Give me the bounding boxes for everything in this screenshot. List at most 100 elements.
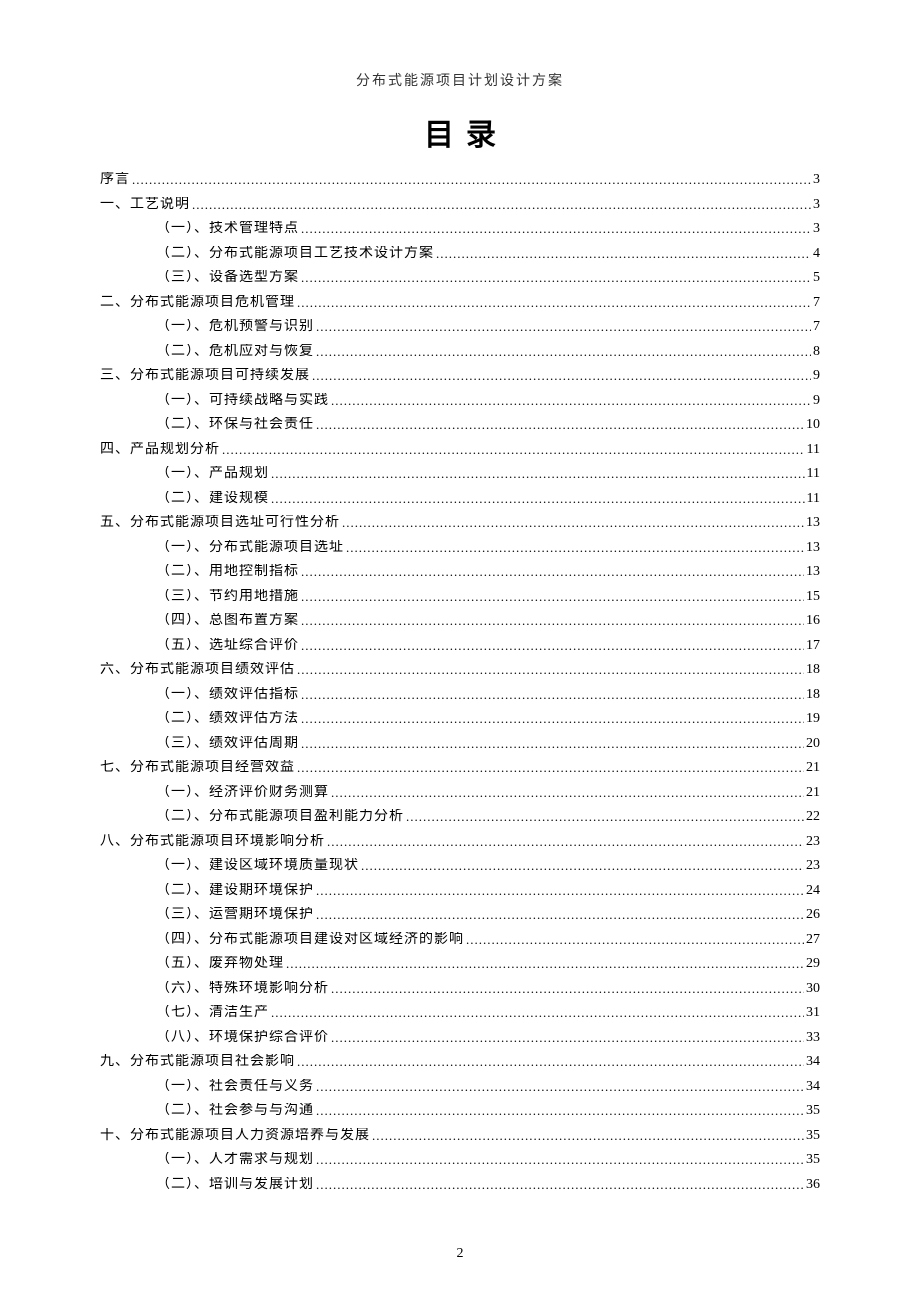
toc-entry[interactable]: （二）、用地控制指标13: [100, 564, 820, 579]
toc-leader-dots: [299, 737, 804, 750]
toc-entry[interactable]: （三）、设备选型方案5: [100, 270, 820, 285]
toc-entry-page: 31: [804, 1006, 820, 1020]
toc-entry-page: 7: [811, 296, 820, 310]
toc-entry[interactable]: （六）、特殊环境影响分析30: [100, 981, 820, 996]
toc-entry[interactable]: （二）、社会参与与沟通35: [100, 1103, 820, 1118]
toc-entry-label: （一）、绩效评估指标: [156, 688, 299, 702]
toc-entry[interactable]: （四）、分布式能源项目建设对区域经济的影响27: [100, 932, 820, 947]
toc-entry[interactable]: （一）、社会责任与义务 34: [100, 1079, 820, 1094]
toc-entry-page: 5: [811, 271, 820, 285]
toc-entry[interactable]: 一、工艺说明3: [100, 197, 820, 212]
toc-entry-label: （二）、分布式能源项目盈利能力分析: [156, 810, 404, 824]
toc-leader-dots: [295, 1055, 804, 1068]
toc-leader-dots: [344, 541, 804, 554]
toc-entry-page: 11: [805, 467, 820, 481]
toc-entry[interactable]: （一）、技术管理特点3: [100, 221, 820, 236]
toc-entry[interactable]: 四、产品规划分析11: [100, 442, 820, 457]
toc-entry-label: 三、分布式能源项目可持续发展: [100, 369, 310, 383]
toc-entry[interactable]: （四）、总图布置方案 16: [100, 613, 820, 628]
toc-entry[interactable]: 六、分布式能源项目绩效评估18: [100, 662, 820, 677]
toc-leader-dots: [299, 639, 804, 652]
toc-entry[interactable]: （七）、清洁生产31: [100, 1005, 820, 1020]
toc-entry-label: （一）、危机预警与识别: [156, 320, 314, 334]
toc-entry[interactable]: 五、分布式能源项目选址可行性分析13: [100, 515, 820, 530]
toc-entry[interactable]: （二）、分布式能源项目工艺技术设计方案4: [100, 246, 820, 261]
toc-entry-label: （二）、分布式能源项目工艺技术设计方案: [156, 247, 434, 261]
toc-entry[interactable]: （一）、建设区域环境质量现状23: [100, 858, 820, 873]
toc-entry[interactable]: （二）、分布式能源项目盈利能力分析22: [100, 809, 820, 824]
toc-leader-dots: [295, 296, 811, 309]
toc-entry[interactable]: （一）、可持续战略与实践9: [100, 393, 820, 408]
toc-leader-dots: [269, 1006, 804, 1019]
toc-entry-page: 17: [804, 639, 820, 653]
table-of-contents: 序言3一、工艺说明3（一）、技术管理特点3（二）、分布式能源项目工艺技术设计方案…: [100, 172, 820, 1192]
toc-entry-page: 21: [804, 786, 820, 800]
toc-entry[interactable]: （一）、经济评价财务测算21: [100, 785, 820, 800]
toc-leader-dots: [314, 345, 811, 358]
toc-leader-dots: [404, 810, 804, 823]
toc-entry[interactable]: （一）、分布式能源项目选址13: [100, 540, 820, 555]
toc-entry[interactable]: （一）、人才需求与规划 35: [100, 1152, 820, 1167]
toc-entry[interactable]: （二）、绩效评估方法19: [100, 711, 820, 726]
toc-entry[interactable]: （三）、节约用地措施15: [100, 589, 820, 604]
toc-entry[interactable]: （二）、建设规模11: [100, 491, 820, 506]
toc-entry-page: 19: [804, 712, 820, 726]
toc-entry[interactable]: 八、分布式能源项目环境影响分析23: [100, 834, 820, 849]
toc-entry-label: （三）、运营期环境保护: [156, 908, 314, 922]
toc-entry-page: 23: [804, 859, 820, 873]
toc-leader-dots: [314, 418, 804, 431]
toc-entry-label: （一）、社会责任与义务: [156, 1080, 314, 1094]
toc-entry-page: 35: [804, 1104, 820, 1118]
toc-entry-page: 3: [811, 173, 820, 187]
toc-entry[interactable]: （八）、环境保护综合评价33: [100, 1030, 820, 1045]
document-header: 分布式能源项目计划设计方案: [100, 70, 820, 90]
toc-entry-page: 34: [804, 1080, 820, 1094]
toc-entry-label: （三）、节约用地措施: [156, 590, 299, 604]
toc-entry[interactable]: （二）、培训与发展计划36: [100, 1177, 820, 1192]
toc-leader-dots: [329, 1031, 804, 1044]
toc-entry[interactable]: （一）、产品规划11: [100, 466, 820, 481]
toc-entry[interactable]: （二）、危机应对与恢复8: [100, 344, 820, 359]
toc-entry-label: （一）、人才需求与规划: [156, 1153, 314, 1167]
toc-entry-page: 29: [804, 957, 820, 971]
toc-entry[interactable]: （五）、选址综合评价 17: [100, 638, 820, 653]
toc-leader-dots: [314, 320, 811, 333]
toc-entry[interactable]: 十、分布式能源项目人力资源培养与发展35: [100, 1128, 820, 1143]
page-number: 2: [0, 1246, 920, 1262]
toc-entry-label: 五、分布式能源项目选址可行性分析: [100, 516, 340, 530]
toc-entry-page: 20: [804, 737, 820, 751]
toc-leader-dots: [299, 590, 804, 603]
toc-entry-label: 七、分布式能源项目经营效益: [100, 761, 295, 775]
toc-entry[interactable]: （二）、建设期环境保护24: [100, 883, 820, 898]
toc-entry-label: （一）、技术管理特点: [156, 222, 299, 236]
toc-leader-dots: [359, 859, 804, 872]
toc-entry-page: 18: [804, 688, 820, 702]
toc-leader-dots: [314, 884, 804, 897]
toc-entry[interactable]: 七、分布式能源项目经营效益21: [100, 760, 820, 775]
toc-leader-dots: [314, 1080, 804, 1093]
toc-entry-label: （五）、选址综合评价: [156, 639, 299, 653]
toc-entry-label: （二）、建设规模: [156, 492, 269, 506]
toc-entry-page: 34: [804, 1055, 820, 1069]
toc-leader-dots: [329, 394, 811, 407]
toc-leader-dots: [314, 1153, 804, 1166]
toc-leader-dots: [284, 957, 804, 970]
toc-entry[interactable]: 序言3: [100, 172, 820, 187]
toc-entry[interactable]: （一）、绩效评估指标 18: [100, 687, 820, 702]
toc-entry-page: 35: [804, 1153, 820, 1167]
toc-entry-label: （四）、总图布置方案: [156, 614, 299, 628]
toc-entry[interactable]: （一）、危机预警与识别7: [100, 319, 820, 334]
toc-entry[interactable]: 三、分布式能源项目可持续发展9: [100, 368, 820, 383]
toc-entry[interactable]: 九、分布式能源项目社会影响34: [100, 1054, 820, 1069]
toc-leader-dots: [299, 712, 804, 725]
toc-leader-dots: [299, 271, 811, 284]
toc-leader-dots: [434, 247, 811, 260]
toc-entry[interactable]: （三）、绩效评估周期20: [100, 736, 820, 751]
toc-entry-page: 16: [804, 614, 820, 628]
toc-entry[interactable]: （三）、运营期环境保护26: [100, 907, 820, 922]
toc-entry-label: （二）、建设期环境保护: [156, 884, 314, 898]
toc-entry[interactable]: （二）、环保与社会责任10: [100, 417, 820, 432]
toc-entry[interactable]: 二、分布式能源项目危机管理7: [100, 295, 820, 310]
toc-leader-dots: [310, 369, 811, 382]
toc-entry[interactable]: （五）、废弃物处理29: [100, 956, 820, 971]
